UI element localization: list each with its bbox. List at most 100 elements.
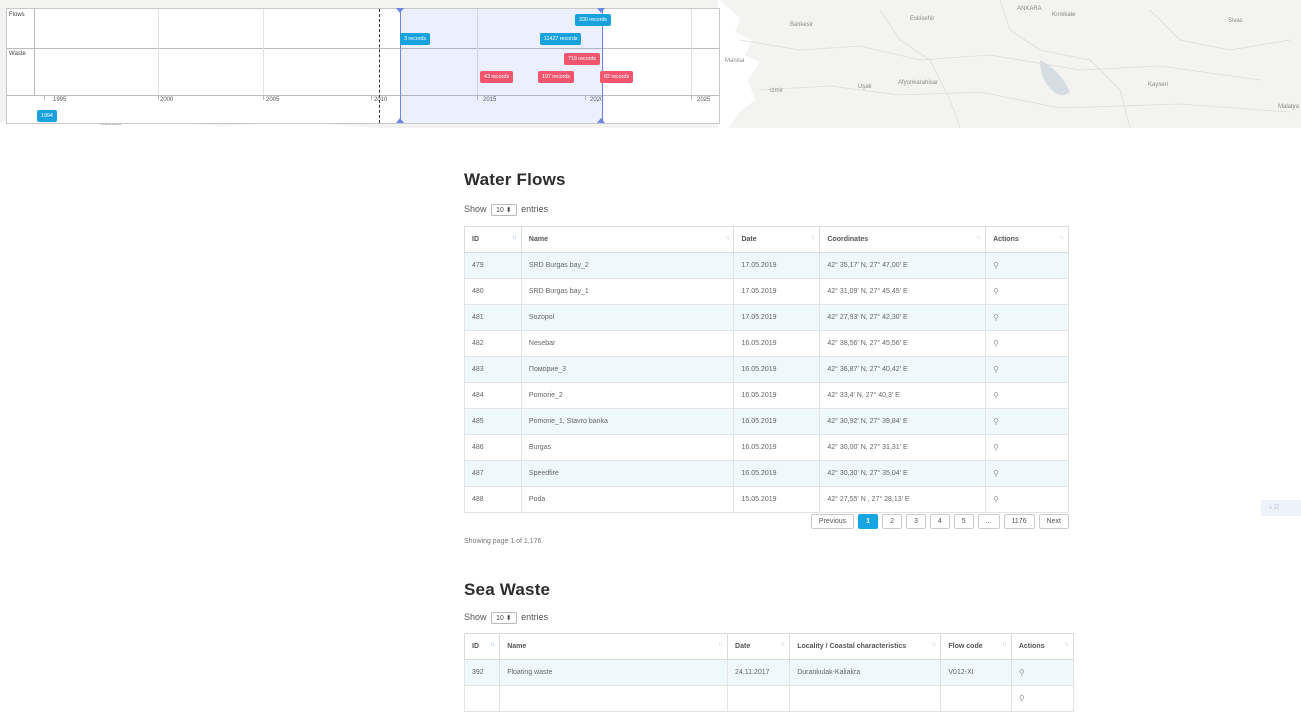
map-label-afyon: Afyonkarahisar <box>898 80 939 86</box>
timeline-waste-badge[interactable]: 82 records <box>600 71 633 83</box>
timeline-tick <box>371 95 372 100</box>
map-pin-icon[interactable]: ⚲ <box>1019 694 1025 703</box>
map-pin-icon[interactable]: ⚲ <box>993 469 999 478</box>
table-row[interactable]: 481 Sozopol 17.05.2019 42° 27,93' N, 27° 42… <box>464 304 1069 331</box>
map-pin-icon[interactable]: ⚲ <box>993 391 999 400</box>
map-label-usak: Uşak <box>858 84 872 90</box>
sort-icon: ↑↓ <box>1059 235 1064 241</box>
cell-actions: ⚲ <box>1010 659 1075 686</box>
floating-side-button[interactable]: ▪ R <box>1261 500 1301 516</box>
cell-date: 16.05.2019 <box>733 330 821 357</box>
pagination-next-button[interactable]: Next <box>1038 514 1069 529</box>
map-pin-icon[interactable]: ⚲ <box>993 313 999 322</box>
table-row[interactable]: 486 Burgas 16.05.2019 42° 30,00' N, 27° 31,… <box>464 434 1069 461</box>
table-row[interactable]: 485 Pomorie_1, Stavro banka 16.05.2019 42° … <box>464 408 1069 435</box>
table-row[interactable]: 392 Floating waste 24.11.2017 Durankulak-Ka… <box>463 659 1075 686</box>
range-end-handle-icon[interactable] <box>597 8 605 13</box>
column-header-date[interactable]: Date ↑↓ <box>727 633 791 660</box>
entries-select[interactable]: 10 ⬍ <box>491 612 517 624</box>
cell-date: 16.05.2019 <box>733 408 821 435</box>
pagination-page-button[interactable]: 1176 <box>1003 514 1035 529</box>
table-row[interactable]: 480 SRD Burgas bay_1 17.05.2019 42° 31,09' … <box>464 278 1069 305</box>
column-header-flow-code[interactable]: Flow code ↑↓ <box>940 633 1012 660</box>
cell-coordinates: 42° 33,4' N, 27° 40,3' E <box>819 382 987 409</box>
map-pin-icon[interactable]: ⚲ <box>993 443 999 452</box>
table-row[interactable]: ⚲ <box>463 685 1075 712</box>
cell-date <box>727 685 791 712</box>
cell-locality: Durankulak-Kaliakra <box>789 659 942 686</box>
cell-coordinates: 42° 27,55' N , 27° 28,13' E <box>819 486 987 513</box>
cell-actions: ⚲ <box>985 304 1069 331</box>
cell-name: Burgas <box>520 434 735 461</box>
pagination-page-button[interactable]: 2 <box>882 514 902 529</box>
table-row[interactable]: 488 Poda 15.05.2019 42° 27,55' N , 27° 28,1… <box>464 486 1069 513</box>
map-pin-icon[interactable]: ⚲ <box>993 287 999 296</box>
timeline-waste-badge[interactable]: 43 records <box>480 71 513 83</box>
column-header-id[interactable]: ID ↑↓ <box>463 633 501 660</box>
timeline-waste-badge[interactable]: 197 records <box>538 71 574 83</box>
column-header-date[interactable]: Date ↑↓ <box>733 226 821 253</box>
column-header-actions[interactable]: Actions ↑↓ <box>1010 633 1075 660</box>
column-header-actions[interactable]: Actions ↑↓ <box>985 226 1069 253</box>
timeline-flow-badge[interactable]: 11427 records <box>540 33 582 45</box>
table-row[interactable]: 479 SRD Burgas bay_2 17.05.2019 42° 35,17' … <box>464 252 1069 279</box>
cell-date: 16.05.2019 <box>733 356 821 383</box>
table-row[interactable]: 482 Nesebar 16.05.2019 42° 38,56' N, 27° 45… <box>464 330 1069 357</box>
range-end-handle-icon[interactable] <box>597 118 605 123</box>
cell-coordinates: 42° 30,30' N, 27° 35,04' E <box>819 460 987 487</box>
cell-actions: ⚲ <box>985 278 1069 305</box>
timeline-selected-range[interactable] <box>400 9 603 123</box>
sea-waste-title: Sea Waste <box>464 580 551 599</box>
pagination-previous-button[interactable]: Previous <box>810 514 855 529</box>
cell-actions: ⚲ <box>1010 685 1075 712</box>
map-label-kayseri: Kayseri <box>1148 82 1169 88</box>
pagination-page-button[interactable]: 3 <box>905 514 926 529</box>
cell-date: 15.05.2019 <box>733 486 821 513</box>
cell-actions: ⚲ <box>985 486 1069 513</box>
cell-date: 16.05.2019 <box>733 460 821 487</box>
cell-coordinates: 42° 30,00' N, 27° 31,31' E <box>819 434 987 461</box>
timeline-flow-badge[interactable]: 330 records <box>575 14 611 26</box>
range-start-handle-icon[interactable] <box>396 8 404 13</box>
map-label-balikesir: Balıkesir <box>790 22 814 28</box>
pagination-page-button[interactable]: 1 <box>858 514 879 529</box>
cell-id: 486 <box>464 434 522 461</box>
map-pin-icon[interactable]: ⚲ <box>1019 668 1025 677</box>
sort-asc-icon: ↑↓ <box>511 235 517 241</box>
map-label-izmir: Izmir <box>770 88 783 94</box>
map-pin-icon[interactable]: ⚲ <box>993 417 999 426</box>
column-header-coordinates[interactable]: Coordinates ↑↓ <box>819 226 987 253</box>
timeline-widget[interactable]: Flows Waste 1995 2000 2005 2010 2015 202… <box>6 8 720 124</box>
timeline-year-label: 2010 <box>374 97 388 103</box>
timeline-waste-badge[interactable]: 719 records <box>564 53 600 65</box>
range-start-handle-icon[interactable] <box>396 118 404 123</box>
column-header-name[interactable]: Name ↑↓ <box>499 633 729 660</box>
column-header-label: ID <box>472 643 479 650</box>
map-pin-icon[interactable]: ⚲ <box>993 261 999 270</box>
timeline-group-flows: Flows <box>7 9 719 49</box>
pagination-ellipsis: ... <box>977 514 1000 529</box>
table-row[interactable]: 484 Pomorie_2 16.05.2019 42° 33,4' N, 27° 4… <box>464 382 1069 409</box>
table-row[interactable]: 483 Поморие_3 16.05.2019 42° 36,87' N, 27° … <box>464 356 1069 383</box>
column-header-id[interactable]: ID ↑↓ <box>464 226 522 253</box>
map-pin-icon[interactable]: ⚲ <box>993 495 999 504</box>
column-header-name[interactable]: Name ↑↓ <box>520 226 735 253</box>
timeline-flow-badge[interactable]: 3 records <box>400 33 431 45</box>
column-header-label: Date <box>735 643 751 650</box>
column-header-label: Actions <box>1018 643 1045 650</box>
pagination: Previous 1 2 3 4 5 ... 1176 Next <box>810 514 1069 529</box>
pagination-page-button[interactable]: 4 <box>929 514 950 529</box>
map-pin-icon[interactable]: ⚲ <box>993 365 999 374</box>
entries-select[interactable]: 10 ⬍ <box>491 204 517 216</box>
cell-coordinates: 42° 38,56' N, 27° 45,56' E <box>819 330 987 357</box>
pagination-page-button[interactable]: 5 <box>953 514 974 529</box>
table-row[interactable]: 487 Speedfire 16.05.2019 42° 30,30' N, 27° … <box>464 460 1069 487</box>
column-header-locality[interactable]: Locality / Coastal characteristics ↑↓ <box>789 633 942 660</box>
cell-name: SRD Burgas bay_1 <box>520 278 735 305</box>
entries-select-value: 10 <box>496 207 504 214</box>
timeline-tick <box>158 95 159 100</box>
timeline-year-marker[interactable]: 1994 <box>37 110 57 122</box>
column-header-label: Name <box>528 236 548 243</box>
timeline-year-label: 1995 <box>53 97 67 103</box>
map-pin-icon[interactable]: ⚲ <box>993 339 999 348</box>
